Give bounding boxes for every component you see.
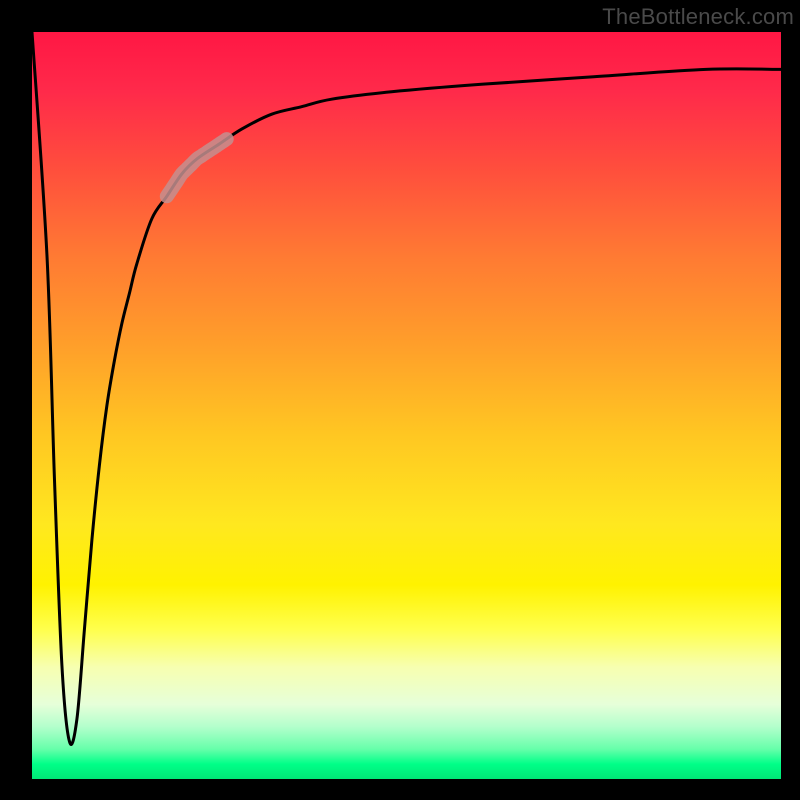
- bottleneck-curve: [32, 32, 781, 744]
- curve-highlight: [167, 139, 227, 196]
- watermark-text: TheBottleneck.com: [602, 4, 794, 30]
- curve-layer: [32, 32, 781, 779]
- plot-area: [32, 32, 781, 779]
- chart-stage: TheBottleneck.com: [0, 0, 800, 800]
